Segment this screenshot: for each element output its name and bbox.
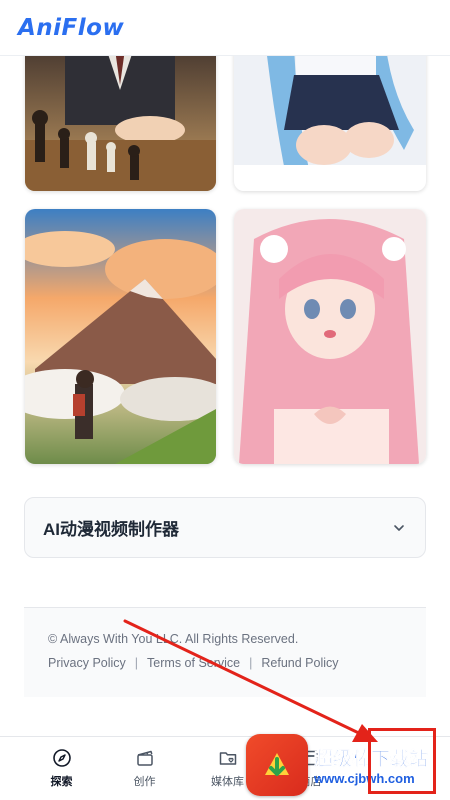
refund-policy-link[interactable]: Refund Policy <box>261 656 338 670</box>
pink-hair-girl-artwork <box>234 209 426 464</box>
compass-icon <box>52 749 71 767</box>
footer-links: Privacy Policy | Terms of Service | Refu… <box>48 656 402 670</box>
copyright-text: © Always With You LLC. All Rights Reserv… <box>48 632 299 646</box>
annotation-highlight-box <box>368 728 436 794</box>
terms-of-service-link[interactable]: Terms of Service <box>147 656 240 670</box>
link-separator: | <box>249 656 253 670</box>
accordion-title: AI动漫视频制作器 <box>43 520 179 539</box>
tab-label: 媒体库 <box>211 776 244 788</box>
tab-label: 探索 <box>50 776 73 788</box>
folder-heart-icon <box>219 752 236 765</box>
ai-anime-video-maker-accordion[interactable]: AI动漫视频制作器 <box>24 497 426 558</box>
app-logo[interactable]: AniFlow <box>18 15 124 41</box>
gallery-card-pink-hair[interactable] <box>234 209 426 464</box>
privacy-policy-link[interactable]: Privacy Policy <box>48 656 126 670</box>
tab-create[interactable]: 创作 <box>103 737 186 800</box>
chevron-down-icon <box>394 524 404 531</box>
tab-label: 创作 <box>133 776 156 788</box>
gallery-card-mountain[interactable] <box>25 209 216 464</box>
download-logo-icon <box>246 734 308 796</box>
site-footer: © Always With You LLC. All Rights Reserv… <box>24 607 426 697</box>
clapperboard-icon <box>136 750 153 766</box>
mountain-sunset-artwork <box>25 209 216 464</box>
link-separator: | <box>134 656 139 670</box>
app-header: AniFlow <box>0 0 450 56</box>
tab-explore[interactable]: 探索 <box>20 737 103 800</box>
